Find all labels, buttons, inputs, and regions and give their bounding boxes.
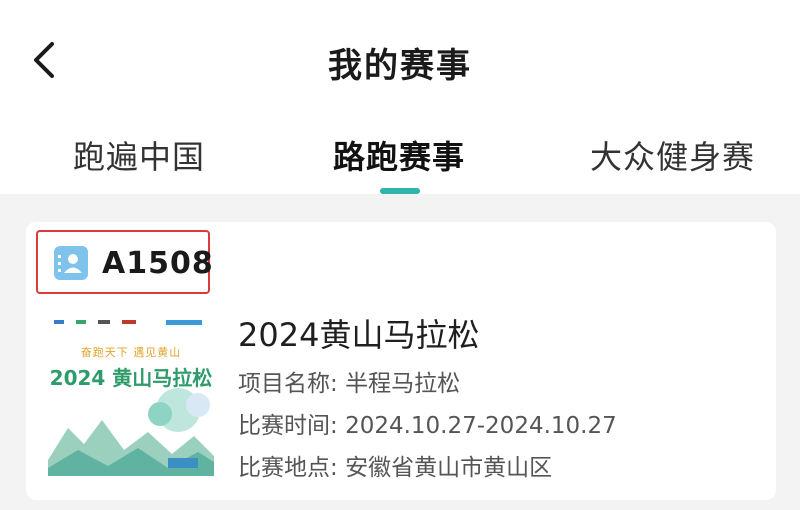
poster-name: 2024 黄山马拉松 bbox=[49, 366, 213, 390]
tab-road-race[interactable]: 路跑赛事 bbox=[333, 132, 465, 178]
info-label: 比赛时间: bbox=[238, 413, 346, 439]
tab-run-china[interactable]: 跑遍中国 bbox=[73, 132, 205, 178]
tab-public-fitness[interactable]: 大众健身赛 bbox=[590, 132, 755, 178]
info-row-location: 比赛地点: 安徽省黄山市黄山区 bbox=[238, 448, 552, 482]
contact-card-icon bbox=[54, 246, 88, 280]
info-label: 项目名称: bbox=[238, 371, 346, 397]
header-bar: 我的赛事 bbox=[0, 0, 800, 120]
poster-artwork bbox=[48, 320, 214, 476]
event-card[interactable]: A1508 奋跑天下 遇见黄山 2024 黄山马拉松 2024黄山马拉松 项目名… bbox=[26, 222, 776, 500]
active-tab-indicator bbox=[380, 188, 420, 194]
info-row-category: 项目名称: 半程马拉松 bbox=[238, 364, 460, 398]
tab-bar: 跑遍中国 路跑赛事 大众健身赛 bbox=[0, 120, 800, 194]
info-row-date: 比赛时间: 2024.10.27-2024.10.27 bbox=[238, 406, 617, 440]
event-poster[interactable]: 奋跑天下 遇见黄山 2024 黄山马拉松 bbox=[48, 310, 214, 476]
info-label: 比赛地点: bbox=[238, 455, 346, 481]
event-code-badge: A1508 bbox=[36, 230, 213, 294]
info-value: 2024.10.27-2024.10.27 bbox=[345, 413, 617, 439]
event-title: 2024黄山马拉松 bbox=[238, 316, 480, 354]
page-title: 我的赛事 bbox=[328, 46, 472, 86]
poster-slogan: 奋跑天下 遇见黄山 bbox=[80, 346, 182, 359]
info-value: 半程马拉松 bbox=[345, 371, 461, 397]
info-value: 安徽省黄山市黄山区 bbox=[345, 455, 553, 481]
event-code: A1508 bbox=[102, 246, 214, 281]
